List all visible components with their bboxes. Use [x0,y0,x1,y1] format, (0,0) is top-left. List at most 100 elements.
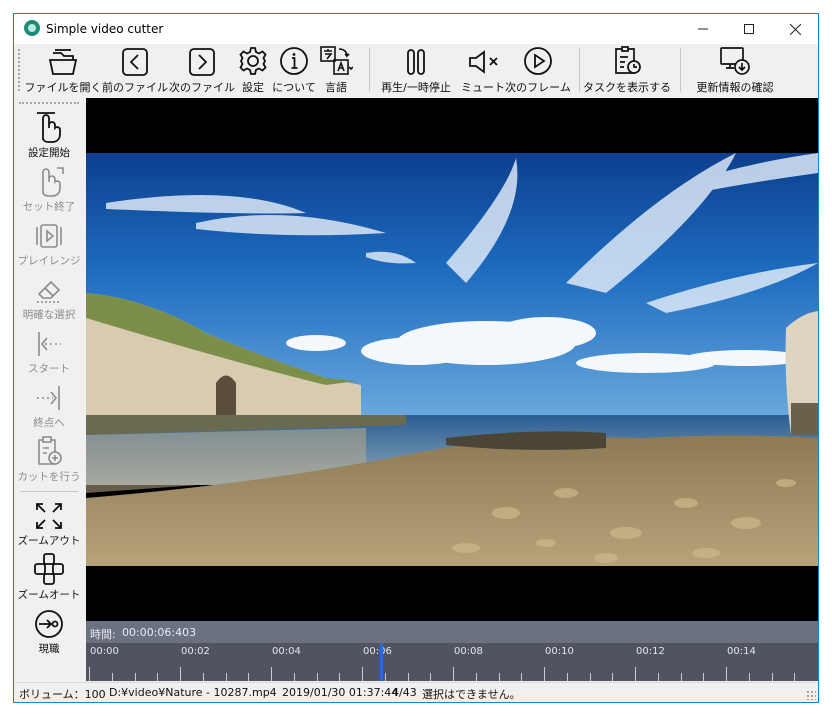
play-range-label: プレイレンジ [17,255,81,267]
app-icon [24,20,40,36]
timeline-minor-tick [248,673,249,681]
mute-button[interactable]: ミュート [461,44,505,96]
sidebar-separator [20,491,78,492]
timeline-minor-tick [157,673,158,681]
video-frame-image [86,153,818,566]
about-label: について [272,81,316,94]
set-end-label: セット終了 [22,201,76,213]
status-file-path: D:¥video¥Nature - 10287.mp4 [109,686,277,699]
timeline-tick-label: 00:08 [454,646,483,657]
timeline-major-tick [271,667,272,681]
timeline-minor-tick [385,673,386,681]
timeline-tick-label: 00:10 [545,646,574,657]
open-file-button[interactable]: ファイルを開く [25,44,102,96]
go-end-button[interactable]: 終点へ [14,378,84,430]
play-range-button[interactable]: プレイレンジ [14,216,84,268]
do-cut-button[interactable]: カットを行う [14,432,84,484]
open-file-label: ファイルを開く [24,81,102,94]
prev-file-button[interactable]: 前のファイル [102,44,168,96]
timeline-tick-label: 00:12 [636,646,665,657]
chevron-right-box-icon [189,48,215,76]
next-frame-button[interactable]: 次のフレーム [505,44,571,96]
time-label: 時間: [90,628,116,641]
timeline-minor-tick [772,673,773,681]
timeline-major-tick [89,667,90,681]
check-updates-label: 更新情報の確認 [696,81,774,94]
timeline-major-tick [635,667,636,681]
zoom-out-button[interactable]: ズームアウト [14,496,84,548]
timeline-minor-tick [112,673,113,681]
show-tasks-button[interactable]: タスクを表示する [583,44,671,96]
timeline-minor-tick [749,673,750,681]
about-button[interactable]: について [272,44,316,96]
zoom-auto-button[interactable]: ズームオート [14,550,84,602]
status-message: 選択はできません。 [422,688,521,701]
go-start-label: スタート [28,363,70,375]
status-datetime: 2019/01/30 01:37:44 [282,686,399,699]
task-add-icon [38,436,62,465]
set-start-label: 設定開始 [28,147,70,159]
timeline-track[interactable]: 00:00 00:02 00:04 00:06 00:08 00:10 00:12 00:14 [86,643,818,681]
title-bar[interactable]: Simple video cutter [14,14,818,44]
toolbar-separator [680,48,681,92]
timeline-minor-tick [339,673,340,681]
window-title: Simple video cutter [46,22,164,36]
go-start-button[interactable]: スタート [14,324,84,376]
minimize-button[interactable] [680,14,726,44]
timeline-minor-tick [317,673,318,681]
play-pause-button[interactable]: 再生/一時停止 [376,44,456,96]
hand-pointer-disabled-icon [42,167,64,197]
zoom-auto-icon [34,553,64,585]
play-circle-icon [524,47,552,75]
timeline-minor-tick [658,673,659,681]
next-file-button[interactable]: 次のファイル [169,44,235,96]
playhead[interactable] [380,643,383,681]
timeline-minor-tick [135,673,136,681]
maximize-button[interactable] [726,14,772,44]
toolbar-grip[interactable] [18,49,20,91]
timeline-minor-tick [226,673,227,681]
zoom-auto-label: ズームオート [17,589,81,601]
language-button[interactable]: 言語 [318,44,354,96]
close-icon [789,23,801,35]
timeline-minor-tick [203,673,204,681]
check-updates-button[interactable]: 更新情報の確認 [688,44,782,96]
time-value: 00:00:06:403 [122,626,197,639]
pause-icon [407,49,425,75]
settings-button[interactable]: 設定 [235,44,271,96]
next-frame-label: 次のフレーム [505,81,571,94]
next-file-label: 次のファイル [169,81,235,94]
timeline-minor-tick [294,673,295,681]
video-player[interactable] [86,98,818,621]
go-end-label: 終点へ [33,417,65,429]
timeline-minor-tick [590,673,591,681]
prev-file-label: 前のファイル [102,81,168,94]
status-bar: ボリューム：100 D:¥video¥Nature - 10287.mp4 20… [14,682,818,702]
translate-icon [320,46,353,75]
close-button[interactable] [772,14,818,44]
go-start-icon [38,332,61,356]
hand-pointer-icon [37,112,61,143]
timeline-major-tick [362,667,363,681]
status-volume: ボリューム：100 [19,688,106,701]
chevron-left-box-icon [122,48,148,76]
update-download-icon [720,47,750,75]
maximize-icon [744,24,754,34]
timeline-major-tick [544,667,545,681]
timeline-major-tick [180,667,181,681]
eraser-icon [37,280,61,303]
set-end-button[interactable]: セット終了 [14,162,84,214]
current-position-button[interactable]: 現職 [14,604,84,656]
go-to-current-icon [35,610,63,638]
timeline-major-tick [453,667,454,681]
clear-selection-button[interactable]: 明確な選択 [14,270,84,322]
language-label: 言語 [325,81,347,94]
timeline-minor-tick [681,673,682,681]
toolbar: ファイルを開く 前のファイル 次のファイル 設定 について 言語 再生/一時停止 [14,44,818,96]
zoom-out-arrows-icon [36,503,62,529]
sidebar-grip[interactable] [19,102,79,104]
show-tasks-label: タスクを表示する [583,81,671,94]
timeline-tick-label: 00:04 [272,646,301,657]
resize-grip[interactable] [806,690,816,700]
set-start-button[interactable]: 設定開始 [14,108,84,160]
